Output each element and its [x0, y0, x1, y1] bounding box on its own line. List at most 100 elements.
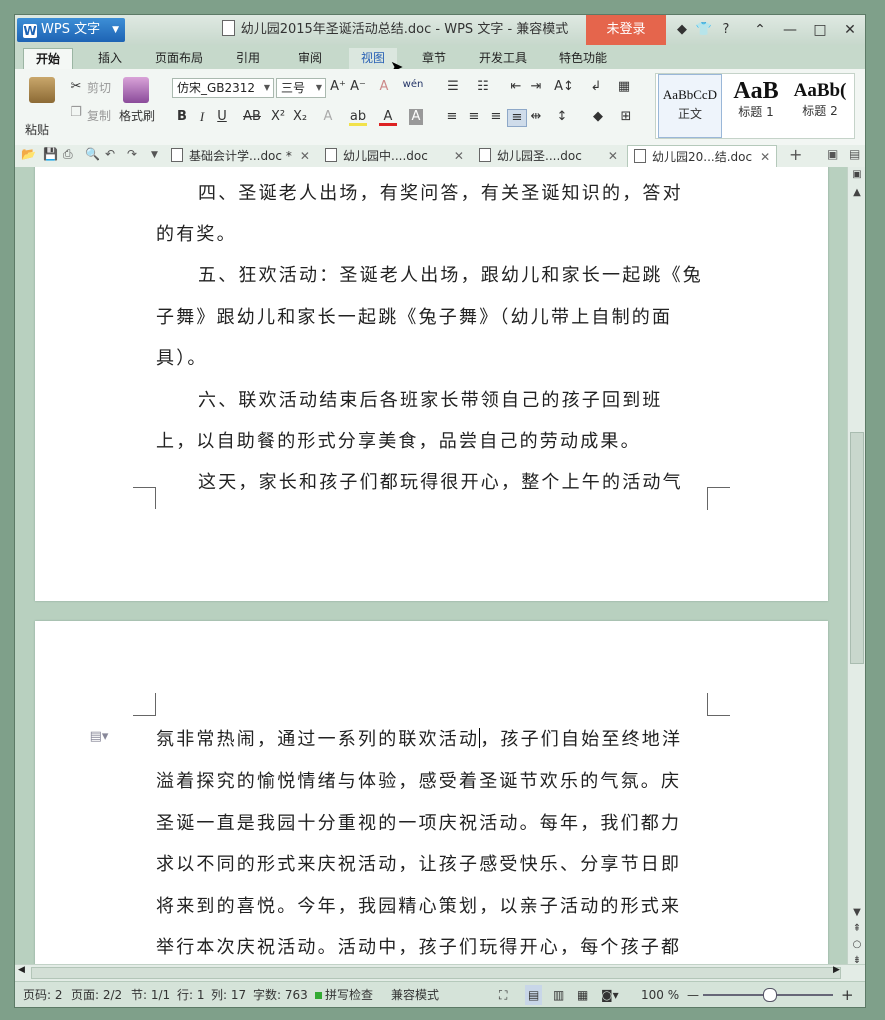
align-right-icon[interactable]: ≡	[487, 109, 505, 125]
scrollbar-thumb[interactable]	[850, 432, 864, 664]
paste-icon[interactable]	[29, 77, 55, 103]
window-list-icon[interactable]: ▣	[827, 147, 838, 161]
horizontal-scrollbar[interactable]: ◀ ▶	[15, 964, 865, 981]
increase-indent-icon[interactable]: ⇥	[527, 79, 545, 95]
quick-access-menu-icon[interactable]: ▼	[151, 150, 158, 160]
strikethrough-icon[interactable]: AB	[239, 109, 265, 125]
feedback-icon[interactable]: ◆	[671, 15, 693, 45]
align-left-icon[interactable]: ≡	[443, 109, 461, 125]
justify-icon[interactable]: ≡	[507, 109, 527, 127]
doc-tab-active[interactable]: 幼儿园20...结.doc ✕	[627, 145, 778, 167]
print-icon[interactable]: ⎙	[63, 147, 73, 162]
copy-button[interactable]: 复制	[87, 107, 111, 124]
spell-check-button[interactable]: 拼写检查	[325, 982, 373, 1007]
text-line-with-caret[interactable]: 氛非常热闹，通过一系列的联欢活动，孩子们自始至终地洋	[156, 725, 682, 751]
help-icon[interactable]: ?	[715, 15, 737, 45]
show-marks-icon[interactable]: ↲	[587, 79, 605, 95]
save-icon[interactable]: 💾	[43, 147, 58, 161]
login-button[interactable]: 未登录	[586, 15, 666, 45]
tab-special-features[interactable]: 特色功能	[549, 48, 617, 69]
tab-home[interactable]: 开始	[23, 48, 73, 69]
shading-icon[interactable]: ◆	[589, 109, 607, 125]
reading-mode-icon[interactable]: ◙▾	[601, 982, 619, 1007]
style-normal[interactable]: AaBbCcD 正文	[658, 74, 722, 138]
close-icon[interactable]: ✕	[300, 149, 310, 163]
underline-icon[interactable]: U	[213, 109, 231, 125]
zoom-level[interactable]: 100 %	[641, 982, 679, 1007]
paste-button[interactable]: 粘贴	[25, 121, 49, 138]
text-effect-icon[interactable]: A	[319, 109, 337, 125]
maximize-button[interactable]: □	[805, 15, 835, 45]
close-icon[interactable]: ✕	[454, 149, 464, 163]
minimize-button[interactable]: —	[775, 15, 805, 45]
grow-font-icon[interactable]: A⁺	[329, 79, 347, 95]
zoom-out-icon[interactable]: —	[687, 982, 699, 1007]
bullet-list-icon[interactable]: ☰	[441, 79, 465, 95]
shrink-font-icon[interactable]: A⁻	[349, 79, 367, 95]
page-view-icon[interactable]: ▤	[525, 985, 543, 1005]
close-button[interactable]: ✕	[835, 15, 865, 45]
cut-button[interactable]: 剪切	[87, 79, 111, 96]
tab-developer[interactable]: 开发工具	[471, 48, 535, 69]
wps-app-menu-button[interactable]: W WPS 文字 ▼	[17, 18, 125, 42]
document-canvas[interactable]: 四、圣诞老人出场，有奖问答，有关圣诞知识的，答对 的有奖。 五、狂欢活动：圣诞老…	[15, 167, 847, 964]
borders-icon[interactable]: ⊞	[617, 109, 635, 125]
vertical-scrollbar[interactable]: ▣ ▲ ▼ ⇞ ○ ⇟	[847, 167, 865, 966]
collapse-ribbon-icon[interactable]: ⌃	[745, 15, 775, 45]
horizontal-scrollbar-thumb[interactable]	[31, 967, 841, 979]
redo-icon[interactable]: ↷	[127, 147, 137, 161]
print-preview-icon[interactable]: 🔍	[85, 147, 100, 161]
doc-tab[interactable]: 基础会计学...doc * ✕	[171, 145, 310, 167]
full-screen-icon[interactable]: ⛶	[499, 982, 507, 1007]
phonetic-guide-icon[interactable]: wén	[399, 77, 427, 93]
doc-tab[interactable]: 幼儿园圣....doc ✕	[479, 145, 618, 167]
prev-page-icon[interactable]: ⇞	[848, 923, 865, 934]
superscript-icon[interactable]: X²	[269, 109, 287, 125]
line-spacing-icon[interactable]: ↕	[553, 109, 571, 125]
align-center-icon[interactable]: ≡	[465, 109, 483, 125]
subscript-icon[interactable]: X₂	[291, 109, 309, 125]
tab-references[interactable]: 引用	[227, 48, 269, 69]
scroll-up-icon[interactable]: ▲	[848, 187, 865, 198]
paragraph-menu-icon[interactable]: ▤▾	[87, 729, 111, 745]
close-icon[interactable]: ✕	[760, 150, 770, 164]
tab-insert[interactable]: 插入	[89, 48, 131, 69]
font-name-select[interactable]: 仿宋_GB2312 ▼	[172, 78, 274, 98]
scroll-right-icon[interactable]: ▶	[833, 965, 840, 975]
tab-chapter[interactable]: 章节	[413, 48, 455, 69]
chinese-layout-icon[interactable]: A↕	[551, 79, 577, 95]
font-color-icon[interactable]: A	[379, 109, 397, 126]
style-heading-2[interactable]: AaBb( 标题 2	[788, 74, 852, 138]
status-word-count[interactable]: 字数: 763	[253, 982, 308, 1007]
close-icon[interactable]: ✕	[608, 149, 618, 163]
open-icon[interactable]: 📂	[21, 147, 36, 161]
bold-icon[interactable]: B	[173, 109, 191, 125]
highlight-icon[interactable]: ab	[349, 109, 367, 126]
format-painter-icon[interactable]	[123, 77, 149, 103]
pin-icon[interactable]: ▤	[849, 147, 860, 161]
zoom-in-icon[interactable]: +	[841, 982, 854, 1007]
clear-format-icon[interactable]: A	[375, 79, 393, 95]
tab-review[interactable]: 审阅	[289, 48, 331, 69]
scroll-down-icon[interactable]: ▼	[848, 907, 865, 918]
new-tab-icon[interactable]: +	[789, 145, 802, 164]
numbered-list-icon[interactable]: ☷	[471, 79, 495, 95]
undo-icon[interactable]: ↶	[105, 147, 115, 161]
style-heading-1[interactable]: AaB 标题 1	[724, 74, 788, 138]
format-painter-button[interactable]: 格式刷	[119, 107, 155, 124]
char-shading-icon[interactable]: A	[409, 109, 423, 125]
zoom-slider-handle[interactable]	[763, 988, 777, 1002]
scroll-left-icon[interactable]: ◀	[18, 965, 25, 975]
outline-view-icon[interactable]: ▥	[553, 982, 564, 1007]
tab-page-layout[interactable]: 页面布局	[147, 48, 211, 69]
skin-icon[interactable]: 👕	[693, 15, 715, 45]
font-size-select[interactable]: 三号 ▼	[276, 78, 326, 98]
web-view-icon[interactable]: ▦	[577, 982, 588, 1007]
decrease-indent-icon[interactable]: ⇤	[507, 79, 525, 95]
distribute-icon[interactable]: ⇹	[527, 109, 545, 125]
split-view-icon[interactable]: ▣	[848, 169, 865, 180]
select-browse-object-icon[interactable]: ○	[848, 939, 865, 950]
table-grid-icon[interactable]: ▦	[615, 79, 633, 95]
doc-tab[interactable]: 幼儿园中....doc ✕	[325, 145, 464, 167]
italic-icon[interactable]: I	[193, 109, 211, 125]
